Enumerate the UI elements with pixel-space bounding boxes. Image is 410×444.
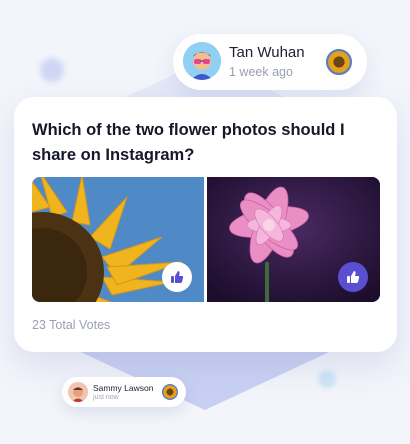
poll-question: Which of the two flower photos should I …	[32, 121, 345, 164]
thumbs-up-icon	[171, 271, 184, 283]
poll-option-sunflower[interactable]	[32, 177, 204, 302]
poster-pill[interactable]: Tan Wuhan 1 week ago	[173, 34, 367, 90]
memoji-avatar-icon[interactable]	[183, 42, 221, 80]
thumbs-up-icon	[347, 271, 360, 283]
comment-timestamp: just now	[93, 394, 119, 401]
background-blur-dot	[318, 370, 336, 388]
vote-button[interactable]	[162, 262, 192, 292]
memoji-avatar-icon[interactable]	[68, 382, 88, 402]
poll-card: Which of the two flower photos should I …	[14, 97, 397, 352]
poster-name: Tan Wuhan	[229, 44, 305, 61]
commenter-pill[interactable]: Sammy Lawson just now	[62, 377, 186, 407]
post-timestamp: 1 week ago	[229, 65, 293, 79]
vote-button-selected[interactable]	[338, 262, 368, 292]
poll-option-dahlia[interactable]	[207, 177, 380, 302]
background-blur-dot	[40, 58, 64, 82]
sunflower-thumbnail-icon[interactable]	[162, 384, 178, 400]
commenter-name: Sammy Lawson	[93, 383, 154, 393]
sunflower-thumbnail-icon[interactable]	[325, 48, 353, 76]
total-votes: 23 Total Votes	[32, 318, 111, 332]
